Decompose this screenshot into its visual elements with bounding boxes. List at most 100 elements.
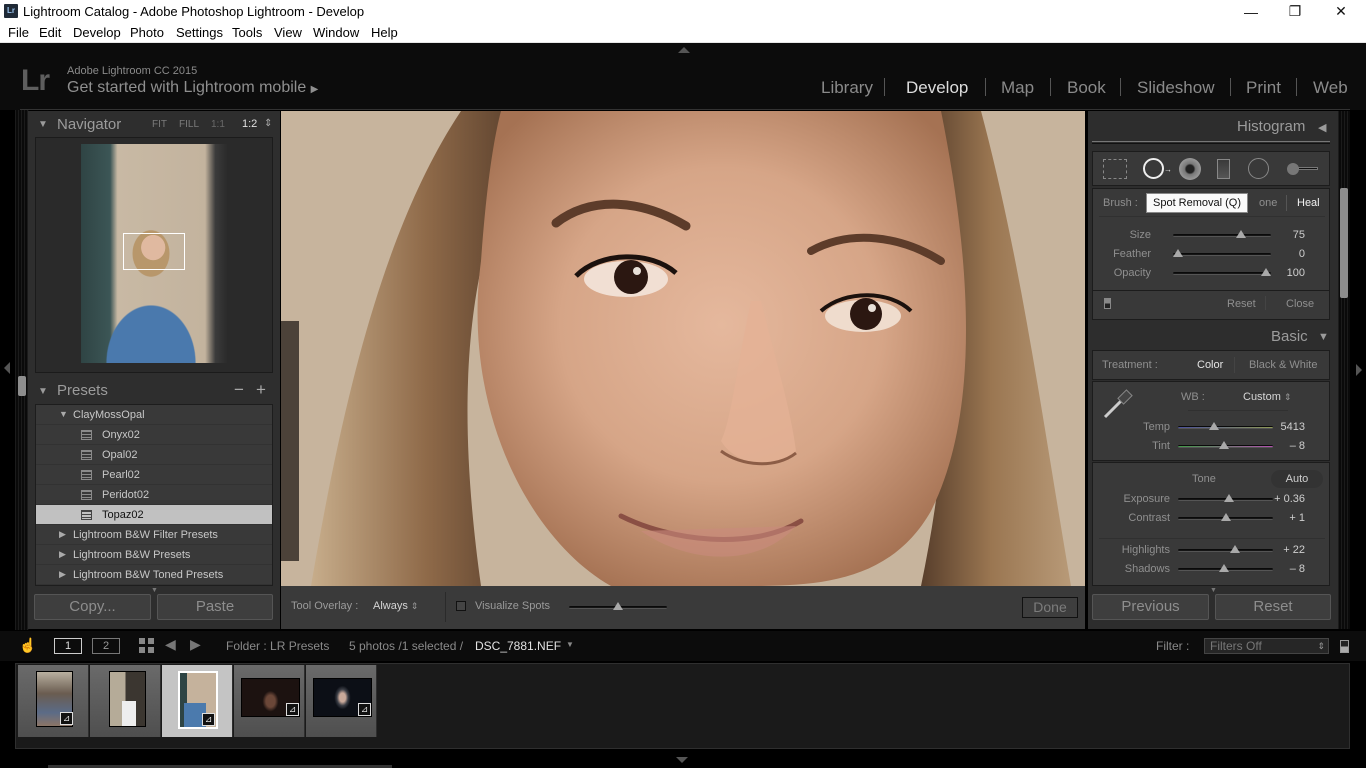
slider-value-contrast[interactable]: + 1 xyxy=(1261,512,1305,524)
previous-photo-arrow-icon[interactable]: ◀ xyxy=(165,636,176,653)
previous-button[interactable]: Previous xyxy=(1092,594,1209,620)
module-library[interactable]: Library xyxy=(821,78,873,98)
photo-canvas[interactable] xyxy=(281,111,1085,586)
spot-removal-icon[interactable] xyxy=(1143,158,1164,179)
slider-track-feather[interactable] xyxy=(1173,253,1271,256)
filter-lock-toggle[interactable] xyxy=(1340,640,1349,653)
preset-item[interactable]: Onyx02 xyxy=(36,425,272,445)
slider-value-exposure[interactable]: + 0.36 xyxy=(1261,493,1305,505)
preset-item[interactable]: Pearl02 xyxy=(36,465,272,485)
collapse-left-panel-icon[interactable] xyxy=(4,362,10,374)
menu-photo[interactable]: Photo xyxy=(130,25,164,40)
collapse-top-panel-icon[interactable] xyxy=(678,47,690,53)
collapse-filmstrip-icon[interactable] xyxy=(676,757,688,763)
slider-thumb-tint[interactable] xyxy=(1218,441,1229,449)
visualize-spots-thumb[interactable] xyxy=(613,602,623,610)
folder-breadcrumb[interactable]: Folder : LR Presets xyxy=(226,639,329,653)
copy-settings-button[interactable]: Copy... xyxy=(34,594,151,620)
menu-settings[interactable]: Settings xyxy=(176,25,223,40)
presets-collapse-icon[interactable]: ▼ xyxy=(38,386,48,397)
slider-track-opacity[interactable] xyxy=(1173,272,1271,275)
radial-filter-icon[interactable] xyxy=(1248,158,1269,179)
preset-item[interactable]: Peridot02 xyxy=(36,485,272,505)
collapse-right-panel-icon[interactable] xyxy=(1356,364,1362,376)
slider-thumb-feather[interactable] xyxy=(1173,249,1183,257)
zoom-fill[interactable]: FILL xyxy=(179,119,199,130)
filmstrip-cell[interactable]: ⊿ xyxy=(18,665,89,737)
zoom-fit[interactable]: FIT xyxy=(152,119,167,130)
slider-track-size[interactable] xyxy=(1173,234,1271,237)
filename-dropdown-icon[interactable]: ▼ xyxy=(566,640,574,649)
done-button[interactable]: Done xyxy=(1022,597,1078,618)
slider-value-opacity[interactable]: 100 xyxy=(1261,267,1305,279)
zoom-stepper-icon[interactable]: ⇕ xyxy=(264,118,272,129)
basic-title[interactable]: Basic xyxy=(1271,328,1308,345)
slider-value-highlights[interactable]: + 22 xyxy=(1261,544,1305,556)
left-scroll-thumb[interactable] xyxy=(18,376,26,396)
view-1-button[interactable]: 1 xyxy=(54,638,82,654)
selected-filename[interactable]: DSC_7881.NEF xyxy=(475,639,561,653)
next-photo-arrow-icon[interactable]: ▶ xyxy=(190,636,201,653)
slider-thumb-shadows[interactable] xyxy=(1218,564,1229,572)
slider-value-size[interactable]: 75 xyxy=(1261,229,1305,241)
minimize-button[interactable]: — xyxy=(1228,0,1274,23)
filmstrip-cell[interactable]: ⊿ xyxy=(306,665,377,737)
reset-all-button[interactable]: Reset xyxy=(1215,594,1331,620)
slider-track-temp[interactable] xyxy=(1178,426,1273,429)
slider-thumb-highlights[interactable] xyxy=(1229,545,1240,553)
filter-select[interactable]: Filters Off ⇕ xyxy=(1204,638,1329,654)
histogram-title[interactable]: Histogram xyxy=(1237,118,1305,135)
slider-thumb-contrast[interactable] xyxy=(1220,513,1231,521)
wb-select[interactable]: Custom ⇕ xyxy=(1243,391,1292,403)
visualize-spots-checkbox[interactable] xyxy=(456,601,466,611)
paste-settings-button[interactable]: Paste xyxy=(157,594,273,620)
slider-track-highlights[interactable] xyxy=(1178,549,1273,552)
menu-file[interactable]: File xyxy=(8,25,29,40)
slider-value-tint[interactable]: – 8 xyxy=(1261,440,1305,452)
menu-help[interactable]: Help xyxy=(371,25,398,40)
auto-tone-button[interactable]: Auto xyxy=(1271,470,1323,488)
module-print[interactable]: Print xyxy=(1246,78,1281,98)
remove-preset-button[interactable]: − xyxy=(234,380,244,400)
basic-collapse-icon[interactable]: ▼ xyxy=(1318,331,1329,343)
module-map[interactable]: Map xyxy=(1001,78,1034,98)
preset-folder[interactable]: ▶ Lightroom B&W Filter Presets xyxy=(36,525,272,545)
navigator-view-rectangle[interactable] xyxy=(123,233,185,270)
treatment-black-white[interactable]: Black & White xyxy=(1249,359,1317,371)
crop-overlay-icon[interactable] xyxy=(1103,159,1127,179)
filmstrip-cell[interactable] xyxy=(90,665,161,737)
slider-thumb-size[interactable] xyxy=(1236,230,1247,238)
treatment-color[interactable]: Color xyxy=(1197,359,1223,371)
restore-button[interactable]: ❐ xyxy=(1272,0,1318,23)
module-web[interactable]: Web xyxy=(1313,78,1348,98)
brush-heal-option[interactable]: Heal xyxy=(1297,197,1320,209)
filmstrip-cell-selected[interactable]: ⊿ xyxy=(162,665,233,737)
histogram-collapse-icon[interactable]: ◀ xyxy=(1318,121,1326,134)
slider-thumb-exposure[interactable] xyxy=(1223,494,1234,502)
spot-close-button[interactable]: Close xyxy=(1286,298,1314,310)
graduated-filter-icon[interactable] xyxy=(1217,159,1230,179)
left-panel-scrollbar[interactable] xyxy=(15,110,29,630)
module-book[interactable]: Book xyxy=(1067,78,1106,98)
menu-tools[interactable]: Tools xyxy=(232,25,262,40)
slider-thumb-temp[interactable] xyxy=(1209,422,1220,430)
preset-folder[interactable]: ▶ Lightroom B&W Presets xyxy=(36,545,272,565)
spot-reset-button[interactable]: Reset xyxy=(1227,298,1256,310)
add-preset-button[interactable]: + xyxy=(256,380,266,400)
zoom-1-1[interactable]: 1:1 xyxy=(211,119,225,130)
secondary-display-hand-icon[interactable]: ☝ xyxy=(19,637,36,654)
brush-clone-option[interactable]: one xyxy=(1259,197,1277,209)
slider-value-feather[interactable]: 0 xyxy=(1261,248,1305,260)
mobile-prompt-link[interactable]: Get started with Lightroom mobile ▶ xyxy=(67,79,318,97)
view-2-button[interactable]: 2 xyxy=(92,638,120,654)
menu-develop[interactable]: Develop xyxy=(73,25,121,40)
zoom-1-2[interactable]: 1:2 xyxy=(242,118,257,130)
menu-window[interactable]: Window xyxy=(313,25,359,40)
close-button[interactable]: ✕ xyxy=(1318,0,1364,23)
preset-item-selected[interactable]: Topaz02 xyxy=(36,505,272,525)
red-eye-icon[interactable] xyxy=(1179,158,1201,180)
right-scroll-thumb[interactable] xyxy=(1340,188,1348,298)
preset-folder[interactable]: ▶ Lightroom B&W Toned Presets xyxy=(36,565,272,585)
preset-folder-claymossopal[interactable]: ▼ ClayMossOpal xyxy=(36,405,272,425)
slider-value-shadows[interactable]: – 8 xyxy=(1261,563,1305,575)
